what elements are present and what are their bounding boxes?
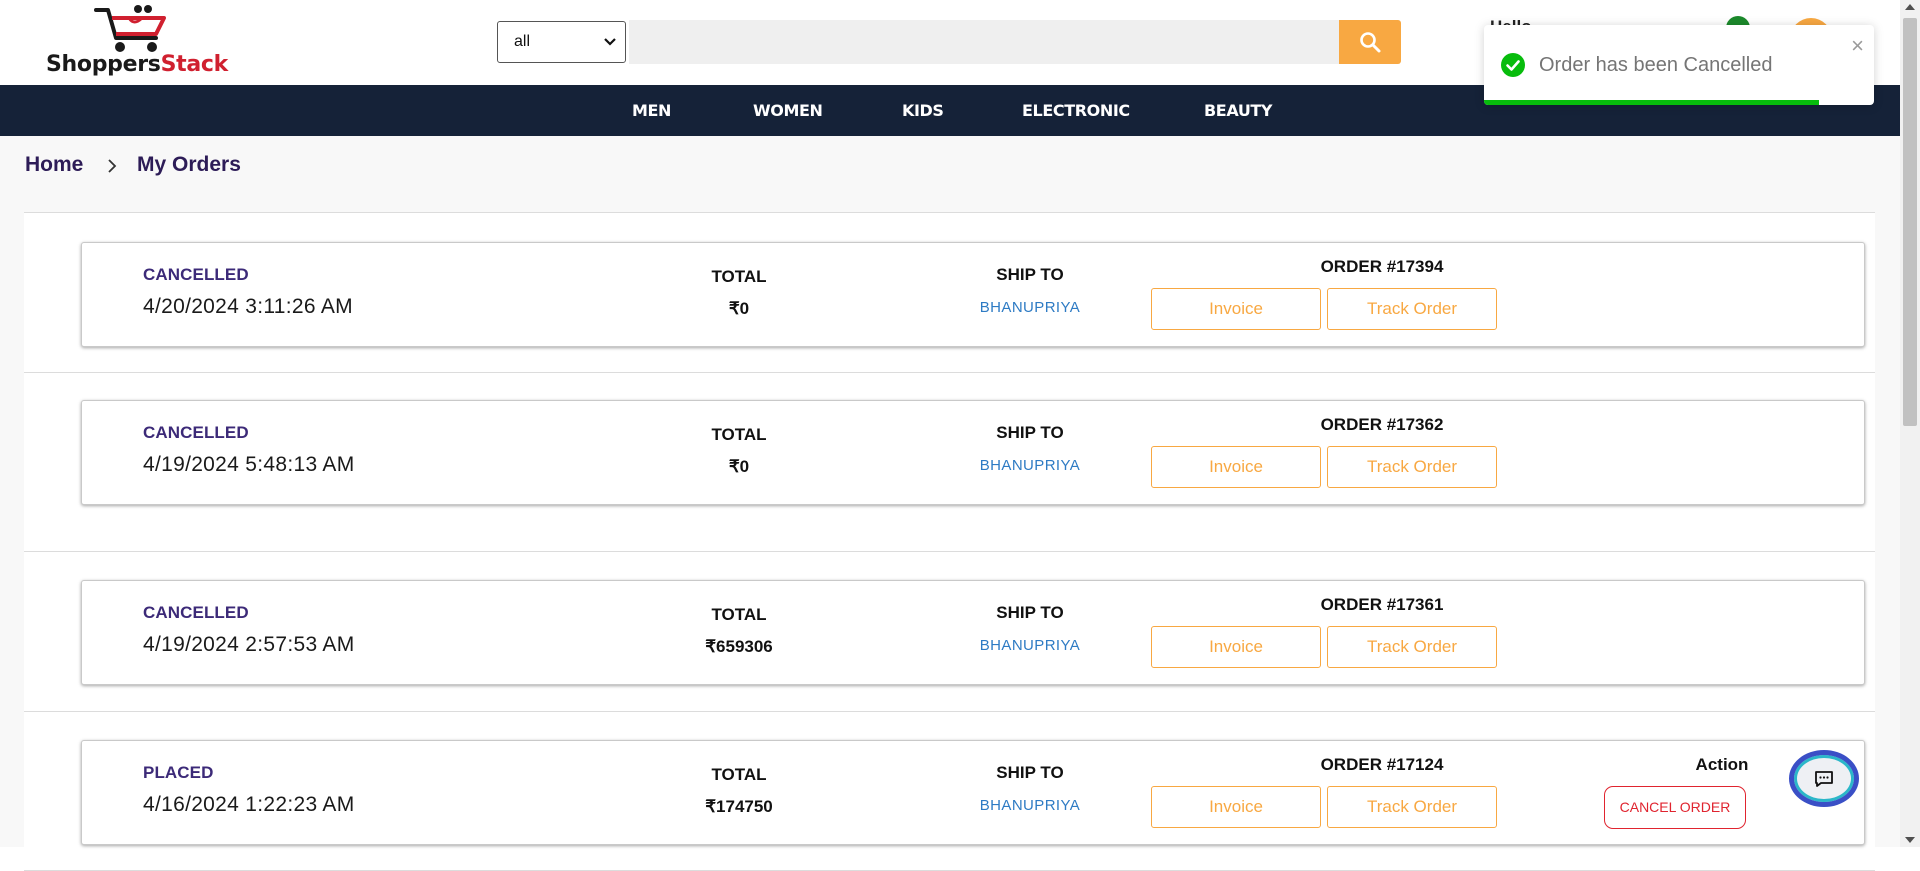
- order-number: ORDER #17124: [1320, 755, 1444, 774]
- total-label: TOTAL: [711, 605, 767, 624]
- order-number: ORDER #17394: [1320, 257, 1444, 276]
- breadcrumb-my-orders[interactable]: My Orders: [137, 153, 241, 177]
- order-panel: CANCELLED 4/19/2024 2:57:53 AM TOTAL ₹65…: [24, 551, 1875, 712]
- scroll-down-arrow-icon[interactable]: [1905, 837, 1915, 843]
- scrollbar-thumb[interactable]: [1903, 18, 1917, 426]
- order-status: PLACED: [143, 763, 214, 782]
- orders-list: CANCELLED 4/20/2024 3:11:26 AM TOTAL ₹0 …: [0, 211, 1900, 871]
- order-card: CANCELLED 4/20/2024 3:11:26 AM TOTAL ₹0 …: [81, 242, 1865, 347]
- nav-item-electronic[interactable]: ELECTRONIC: [1022, 85, 1130, 136]
- total-label: TOTAL: [711, 765, 767, 784]
- invoice-button[interactable]: Invoice: [1151, 786, 1321, 828]
- search-button[interactable]: [1339, 20, 1401, 64]
- order-card: CANCELLED 4/19/2024 5:48:13 AM TOTAL ₹0 …: [81, 400, 1865, 505]
- total-label: TOTAL: [711, 425, 767, 444]
- chat-button[interactable]: [1789, 750, 1859, 807]
- order-status: CANCELLED: [143, 423, 249, 442]
- ship-to-name: BHANUPRIYA: [979, 797, 1081, 814]
- close-icon[interactable]: ×: [1851, 31, 1864, 61]
- order-total: ₹659306: [705, 637, 773, 656]
- logo-text: ShoppersStack: [46, 52, 228, 77]
- ship-to-name: BHANUPRIYA: [979, 299, 1081, 316]
- shoppersstack-logo[interactable]: ShoppersStack: [46, 4, 236, 80]
- chevron-down-icon: [604, 38, 616, 46]
- order-number: ORDER #17361: [1320, 595, 1444, 614]
- cart-logo-icon: [94, 5, 166, 52]
- order-panel: CANCELLED 4/19/2024 5:48:13 AM TOTAL ₹0 …: [24, 372, 1875, 552]
- track-order-button[interactable]: Track Order: [1327, 288, 1497, 330]
- breadcrumb-home[interactable]: Home: [25, 153, 83, 177]
- track-order-button[interactable]: Track Order: [1327, 626, 1497, 668]
- nav-item-beauty[interactable]: BEAUTY: [1204, 85, 1273, 136]
- order-date: 4/19/2024 5:48:13 AM: [143, 453, 355, 476]
- nav-item-men[interactable]: MEN: [632, 85, 671, 136]
- order-date: 4/20/2024 3:11:26 AM: [143, 295, 353, 318]
- check-circle-icon: [1501, 53, 1525, 77]
- invoice-button[interactable]: Invoice: [1151, 446, 1321, 488]
- invoice-button[interactable]: Invoice: [1151, 626, 1321, 668]
- order-card: CANCELLED 4/19/2024 2:57:53 AM TOTAL ₹65…: [81, 580, 1865, 685]
- nav-item-kids[interactable]: KIDS: [902, 85, 944, 136]
- order-panel: PLACED 4/16/2024 1:22:23 AM TOTAL ₹17475…: [24, 711, 1875, 871]
- toast-notification: Order has been Cancelled ×: [1484, 25, 1874, 105]
- order-date: 4/19/2024 2:57:53 AM: [143, 633, 355, 656]
- order-card: PLACED 4/16/2024 1:22:23 AM TOTAL ₹17475…: [81, 740, 1865, 845]
- track-order-button[interactable]: Track Order: [1327, 446, 1497, 488]
- order-panel: CANCELLED 4/20/2024 3:11:26 AM TOTAL ₹0 …: [24, 212, 1875, 373]
- order-total: ₹174750: [705, 797, 773, 816]
- scroll-up-arrow-icon[interactable]: [1905, 4, 1915, 10]
- order-total: ₹0: [728, 457, 750, 476]
- order-date: 4/16/2024 1:22:23 AM: [143, 793, 355, 816]
- toast-message: Order has been Cancelled: [1539, 54, 1773, 76]
- search-input[interactable]: [629, 20, 1339, 64]
- ship-to-name: BHANUPRIYA: [979, 457, 1081, 474]
- category-select-value: all: [514, 33, 531, 50]
- nav-item-women[interactable]: WOMEN: [753, 85, 823, 136]
- ship-to-label: SHIP TO: [996, 423, 1064, 442]
- vertical-scrollbar[interactable]: [1900, 0, 1920, 847]
- total-label: TOTAL: [711, 267, 767, 286]
- ship-to-label: SHIP TO: [996, 265, 1064, 284]
- ship-to-label: SHIP TO: [996, 763, 1064, 782]
- track-order-button[interactable]: Track Order: [1327, 786, 1497, 828]
- order-total: ₹0: [728, 299, 750, 318]
- chevron-right-icon: [108, 159, 117, 173]
- category-select[interactable]: all: [497, 21, 626, 63]
- chat-icon: [1815, 770, 1833, 787]
- toast-progress-bar: [1484, 100, 1820, 105]
- breadcrumb: Home My Orders: [0, 136, 1900, 211]
- order-status: CANCELLED: [143, 265, 249, 284]
- ship-to-name: BHANUPRIYA: [979, 637, 1081, 654]
- search-icon: [1360, 32, 1381, 53]
- order-status: CANCELLED: [143, 603, 249, 622]
- ship-to-label: SHIP TO: [996, 603, 1064, 622]
- invoice-button[interactable]: Invoice: [1151, 288, 1321, 330]
- order-number: ORDER #17362: [1320, 415, 1444, 434]
- cancel-order-button[interactable]: CANCEL ORDER: [1604, 786, 1746, 829]
